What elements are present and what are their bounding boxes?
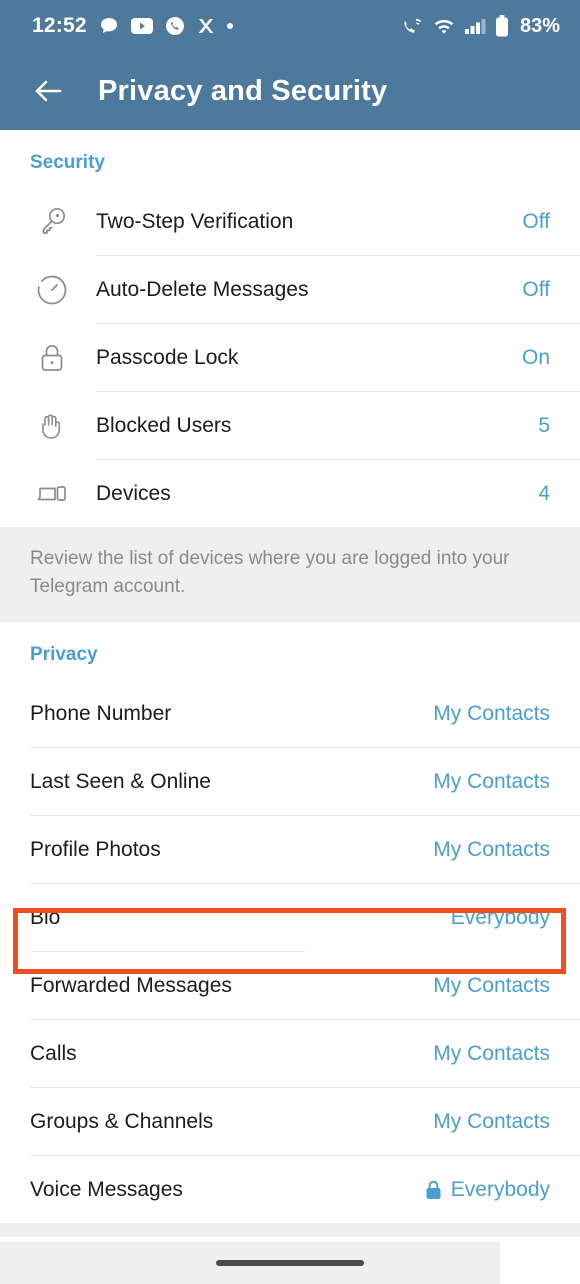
row-label: Groups & Channels bbox=[30, 1109, 214, 1133]
row-label: Voice Messages bbox=[30, 1177, 183, 1201]
row-groups-channels[interactable]: Groups & Channels My Contacts bbox=[0, 1088, 580, 1156]
section-gap bbox=[0, 1223, 580, 1238]
devices-icon bbox=[30, 477, 74, 511]
row-value: My Contacts bbox=[433, 1109, 550, 1133]
row-label: Calls bbox=[30, 1041, 77, 1065]
row-bio[interactable]: Bio Everybody bbox=[0, 884, 580, 952]
row-label: Passcode Lock bbox=[96, 345, 239, 369]
status-bar-right: 83% bbox=[402, 15, 560, 38]
row-label: Auto-Delete Messages bbox=[96, 277, 309, 301]
cellular-signal-icon bbox=[464, 17, 486, 35]
section-header-privacy: Privacy bbox=[30, 644, 98, 666]
row-value: Everybody bbox=[450, 1177, 550, 1201]
call-over-wifi-icon bbox=[402, 16, 424, 36]
row-label: Two-Step Verification bbox=[96, 209, 294, 233]
row-label: Devices bbox=[96, 481, 171, 505]
section-header-security: Security bbox=[30, 152, 105, 173]
row-value: My Contacts bbox=[433, 973, 550, 997]
row-value: On bbox=[521, 345, 550, 369]
row-label: Bio bbox=[30, 905, 61, 929]
hand-block-icon bbox=[30, 409, 74, 443]
row-value: Off bbox=[522, 277, 550, 301]
row-value: My Contacts bbox=[433, 837, 550, 861]
row-profile-photos[interactable]: Profile Photos My Contacts bbox=[0, 816, 580, 884]
wifi-icon bbox=[433, 17, 455, 35]
row-value: My Contacts bbox=[433, 701, 550, 725]
home-gesture-pill[interactable] bbox=[216, 1260, 364, 1266]
status-bar-left: 12:52 bbox=[32, 14, 233, 38]
back-arrow-icon bbox=[32, 75, 64, 107]
row-value: 5 bbox=[538, 413, 550, 437]
battery-percent-label: 83% bbox=[519, 14, 560, 37]
row-voice-messages[interactable]: Voice Messages Everybody bbox=[0, 1156, 580, 1224]
row-value: My Contacts bbox=[433, 769, 550, 793]
row-value-group: Everybody bbox=[425, 1178, 550, 1202]
key-icon bbox=[30, 205, 74, 239]
row-forwarded-messages[interactable]: Forwarded Messages My Contacts bbox=[0, 952, 580, 1020]
row-auto-delete-messages[interactable]: Auto-Delete Messages Off bbox=[0, 256, 580, 323]
phone-circle-icon bbox=[165, 16, 185, 36]
settings-content: Security Two-Step Verification Off Auto-… bbox=[0, 130, 580, 1242]
row-value: My Contacts bbox=[433, 1041, 550, 1065]
phone-screen: 12:52 83% Privacy and Security Security … bbox=[0, 0, 580, 1284]
row-calls[interactable]: Calls My Contacts bbox=[0, 1020, 580, 1088]
status-time: 12:52 bbox=[32, 14, 87, 37]
row-value: Everybody bbox=[450, 905, 550, 929]
row-phone-number[interactable]: Phone Number My Contacts bbox=[0, 680, 580, 748]
page-title: Privacy and Security bbox=[98, 74, 388, 107]
row-label: Phone Number bbox=[30, 701, 172, 725]
row-label: Profile Photos bbox=[30, 837, 161, 861]
battery-icon bbox=[495, 15, 509, 37]
row-two-step-verification[interactable]: Two-Step Verification Off bbox=[0, 188, 580, 255]
row-label: Blocked Users bbox=[96, 413, 232, 437]
row-label: Forwarded Messages bbox=[30, 973, 232, 997]
row-value: 4 bbox=[538, 481, 550, 505]
row-blocked-users[interactable]: Blocked Users 5 bbox=[0, 392, 580, 459]
row-value: Off bbox=[522, 209, 550, 233]
devices-info-text: Review the list of devices where you are… bbox=[0, 527, 580, 623]
premium-lock-icon bbox=[425, 1180, 442, 1200]
status-bar: 12:52 83% bbox=[0, 0, 580, 52]
app-bar: Privacy and Security bbox=[0, 52, 580, 130]
row-passcode-lock[interactable]: Passcode Lock On bbox=[0, 324, 580, 391]
system-navigation-bar bbox=[0, 1242, 580, 1284]
more-dot-icon bbox=[226, 23, 233, 29]
lock-icon bbox=[30, 341, 74, 375]
x-twitter-icon bbox=[197, 17, 215, 35]
row-devices[interactable]: Devices 4 bbox=[0, 460, 580, 527]
back-button[interactable] bbox=[26, 69, 70, 113]
row-last-seen-online[interactable]: Last Seen & Online My Contacts bbox=[0, 748, 580, 816]
message-bubble-icon bbox=[99, 16, 119, 36]
auto-delete-timer-icon bbox=[30, 273, 74, 307]
youtube-icon bbox=[130, 18, 153, 34]
row-label: Last Seen & Online bbox=[30, 769, 211, 793]
